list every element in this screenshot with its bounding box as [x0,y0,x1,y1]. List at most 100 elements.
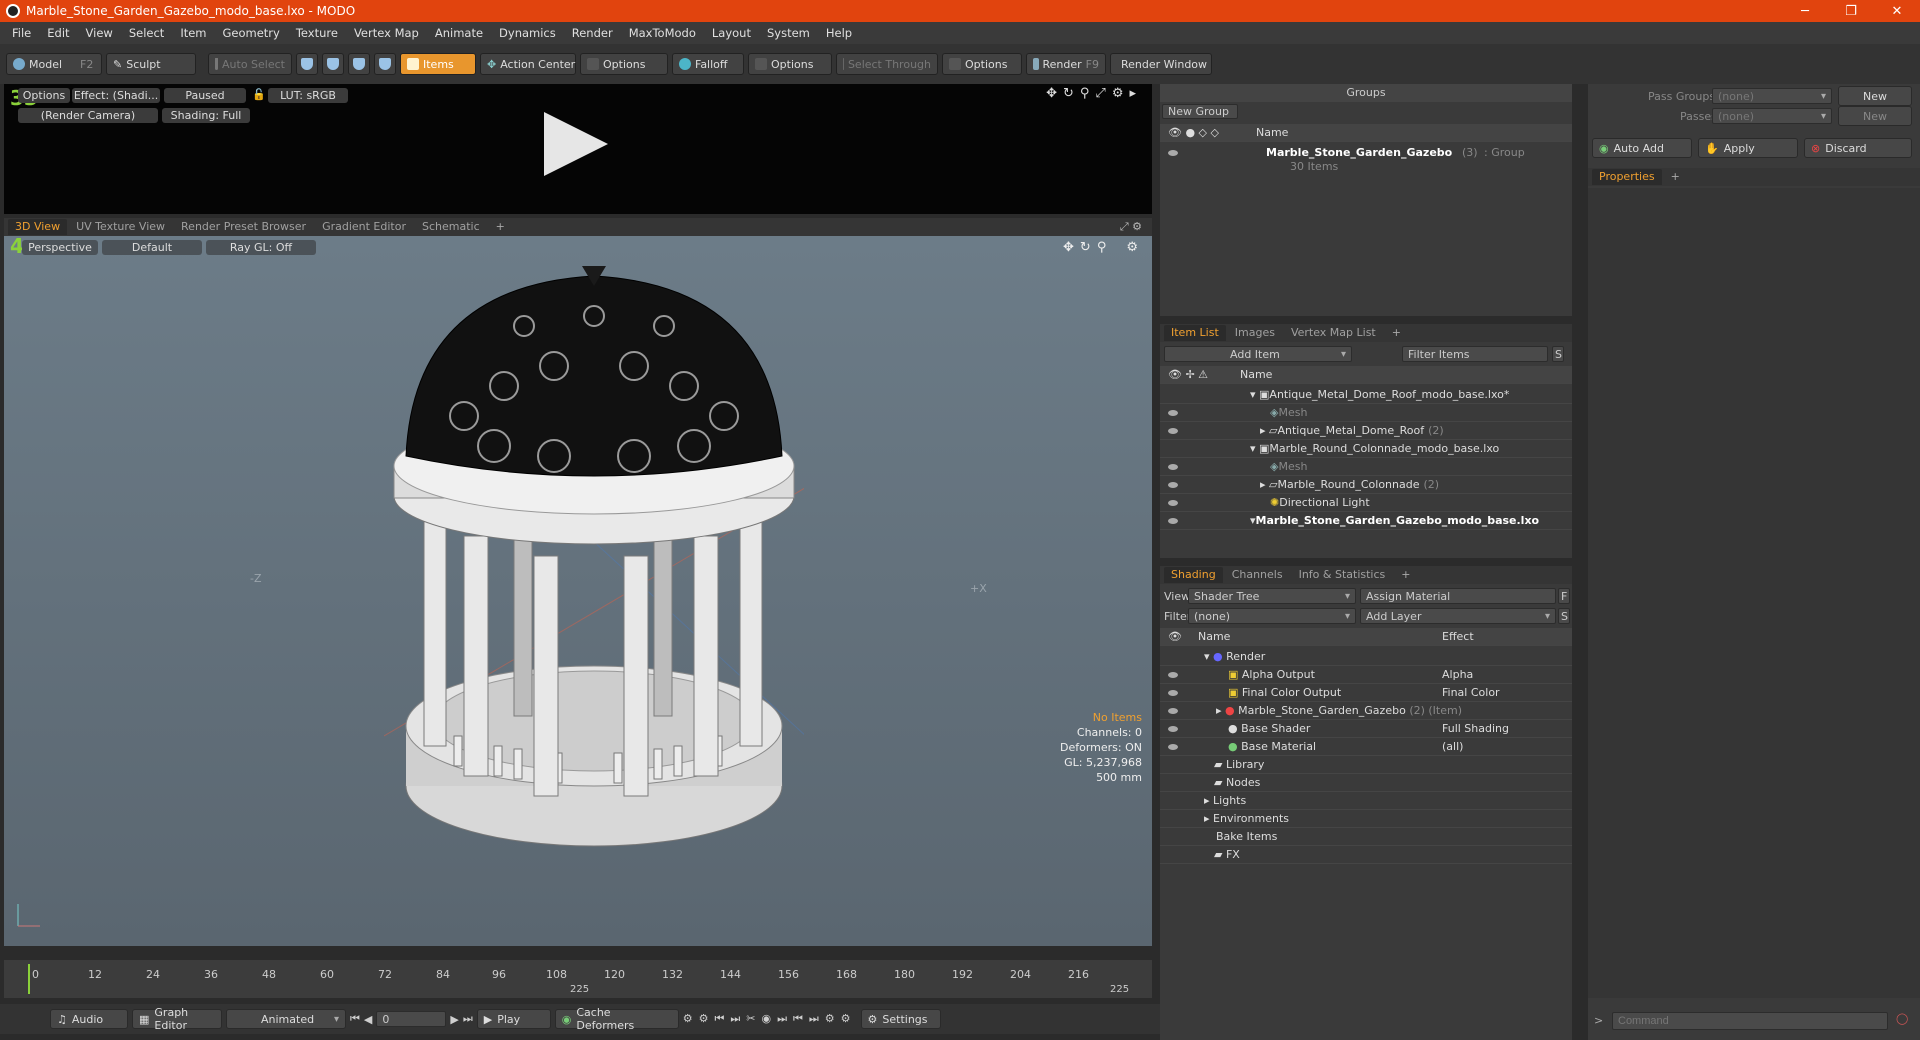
animated-dropdown[interactable]: Animated [226,1009,346,1029]
shader-row[interactable]: ▰ Library [1160,756,1572,774]
tab-schematic[interactable]: Schematic [415,219,487,235]
list-item[interactable]: ◈ Mesh [1160,404,1572,422]
new-pass-button[interactable]: New [1838,106,1912,126]
tab-info-statistics[interactable]: Info & Statistics [1292,567,1393,583]
menu-layout[interactable]: Layout [704,26,759,40]
shader-row[interactable]: ▰ Nodes [1160,774,1572,792]
falloff-options-button[interactable]: Options [748,53,832,75]
list-item[interactable]: ✺ Directional Light [1160,494,1572,512]
shader-row[interactable]: ▣ Final Color Output Final Color [1160,684,1572,702]
action-center-button[interactable]: ✥ Action Center [480,53,576,75]
eye-icon[interactable] [1168,517,1178,524]
tab-gradient-editor[interactable]: Gradient Editor [315,219,413,235]
move-view-icon[interactable]: ✥ [1063,240,1074,255]
tab-vertex-map-list[interactable]: Vertex Map List [1284,325,1383,341]
move-view-icon[interactable]: ✥ [1046,86,1057,101]
eye-icon[interactable] [1168,463,1178,470]
effect-dropdown[interactable]: Alpha [1442,668,1566,681]
lut-dropdown[interactable]: LUT: sRGB [268,88,348,103]
key-tools-icon[interactable]: ⚙⚙⏮⏭✂◉⏭⏮⏭⚙⚙ [683,1012,857,1026]
rotate-view-icon[interactable]: ↻ [1080,240,1091,255]
play-icon[interactable]: ▸ [1129,86,1136,101]
play-render-icon[interactable] [544,112,608,176]
menu-vertex-map[interactable]: Vertex Map [346,26,427,40]
menu-maxtomodo[interactable]: MaxToModo [621,26,704,40]
eye-icon[interactable] [1168,150,1178,156]
raygl-dropdown[interactable]: Ray GL: Off [206,240,316,255]
frame-input[interactable]: 0 [376,1011,447,1027]
maximize-icon[interactable]: ⤢ ⚙ [1120,220,1142,234]
assign-material-button[interactable]: Assign Material [1360,588,1556,604]
tab-render-preset-browser[interactable]: Render Preset Browser [174,219,313,235]
menu-view[interactable]: View [78,26,121,40]
tab-channels[interactable]: Channels [1225,567,1290,583]
render-window-button[interactable]: Render Window [1110,53,1212,75]
menu-dynamics[interactable]: Dynamics [491,26,564,40]
item-list-s-button[interactable]: S [1552,346,1564,362]
menu-file[interactable]: File [4,26,39,40]
perspective-dropdown[interactable]: Perspective [22,240,98,255]
effect-dropdown[interactable]: Full Shading [1442,722,1566,735]
add-item-dropdown[interactable]: Add Item [1164,346,1352,362]
camera-dropdown[interactable]: (Render Camera) [18,108,158,123]
vertices-mode-button[interactable] [296,53,318,75]
shading-f-button[interactable]: F [1558,588,1570,604]
3d-viewport[interactable]: 4 Perspective Default Ray GL: Off ✥ ↻ ⚲ … [4,236,1152,946]
cache-deformers-button[interactable]: ◉ Cache Deformers [554,1006,679,1032]
shader-row[interactable]: ▸ ● Marble_Stone_Garden_Gazebo (2) (Item… [1160,702,1572,720]
tab-images[interactable]: Images [1228,325,1282,341]
maximize-icon[interactable]: ⤢ [1095,86,1105,101]
graph-editor-button[interactable]: ▦ Graph Editor [132,1006,222,1032]
select-through-button[interactable]: Select Through [836,53,938,75]
tab-item-list[interactable]: Item List [1164,325,1226,341]
eye-icon[interactable] [1168,726,1178,732]
lock-icon[interactable]: 🔓 [252,88,266,101]
falloff-button[interactable]: Falloff [672,53,744,75]
tab-uv-texture-view[interactable]: UV Texture View [69,219,172,235]
polygons-mode-button[interactable] [348,53,370,75]
zoom-view-icon[interactable]: ⚲ [1097,240,1107,255]
current-frame-marker[interactable] [28,964,30,994]
list-item[interactable]: ▾ ▣ Marble_Round_Colonnade_modo_base.lxo [1160,440,1572,458]
filter-dropdown[interactable]: (none) [1188,608,1356,624]
prev-key-icon[interactable]: ◀ [364,1013,372,1026]
auto-add-button[interactable]: ◉ Auto Add [1592,138,1692,158]
list-item[interactable]: ▸ ▱ Antique_Metal_Dome_Roof (2) [1160,422,1572,440]
timeline[interactable]: 0 12 24 36 48 60 72 84 96 108 120 132 14… [4,960,1152,998]
filter-items-input[interactable]: Filter Items [1402,346,1548,362]
menu-texture[interactable]: Texture [288,26,346,40]
menu-select[interactable]: Select [121,26,172,40]
list-item[interactable]: ▾ ▣ Antique_Metal_Dome_Roof_modo_base.lx… [1160,386,1572,404]
apply-button[interactable]: ✋ Apply [1698,138,1798,158]
skip-end-icon[interactable]: ⏭ [463,1012,473,1026]
passes-dropdown[interactable]: (none) [1712,108,1832,124]
tab-3d-view[interactable]: 3D View [8,219,68,235]
shader-row[interactable]: ▸ Environments [1160,810,1572,828]
shader-row[interactable]: ▣ Alpha Output Alpha [1160,666,1572,684]
pass-groups-dropdown[interactable]: (none) [1712,88,1832,104]
zoom-view-icon[interactable]: ⚲ [1080,86,1090,101]
menu-edit[interactable]: Edit [39,26,77,40]
add-tab-button[interactable]: + [1385,325,1408,341]
model-mode-button[interactable]: Model F2 [6,53,102,75]
eye-icon[interactable] [1168,481,1178,488]
paused-toggle[interactable]: Paused [164,88,246,103]
audio-button[interactable]: ♫ Audio [50,1009,128,1029]
eye-icon[interactable] [1168,690,1178,696]
group-row[interactable]: Marble_Stone_Garden_Gazebo (3) : Group 3… [1160,144,1572,174]
sculpt-mode-button[interactable]: ✎ Sculpt [106,53,196,75]
action-center-options-button[interactable]: Options [580,53,668,75]
list-item[interactable]: ◈ Mesh [1160,458,1572,476]
shader-row[interactable]: ● Base Material (all) [1160,738,1572,756]
auto-select-button[interactable]: Auto Select [208,53,292,75]
play-button[interactable]: ▶ Play [476,1009,551,1029]
add-tab-button[interactable]: + [1664,169,1687,185]
shader-row[interactable]: ▸ Lights [1160,792,1572,810]
add-tab-button[interactable]: + [1394,567,1417,583]
shader-row[interactable]: Bake Items [1160,828,1572,846]
eye-icon[interactable] [1168,499,1178,506]
select-through-options-button[interactable]: Options [942,53,1022,75]
settings-button[interactable]: ⚙ Settings [860,1009,941,1029]
rotate-view-icon[interactable]: ↻ [1063,86,1074,101]
menu-geometry[interactable]: Geometry [215,26,288,40]
